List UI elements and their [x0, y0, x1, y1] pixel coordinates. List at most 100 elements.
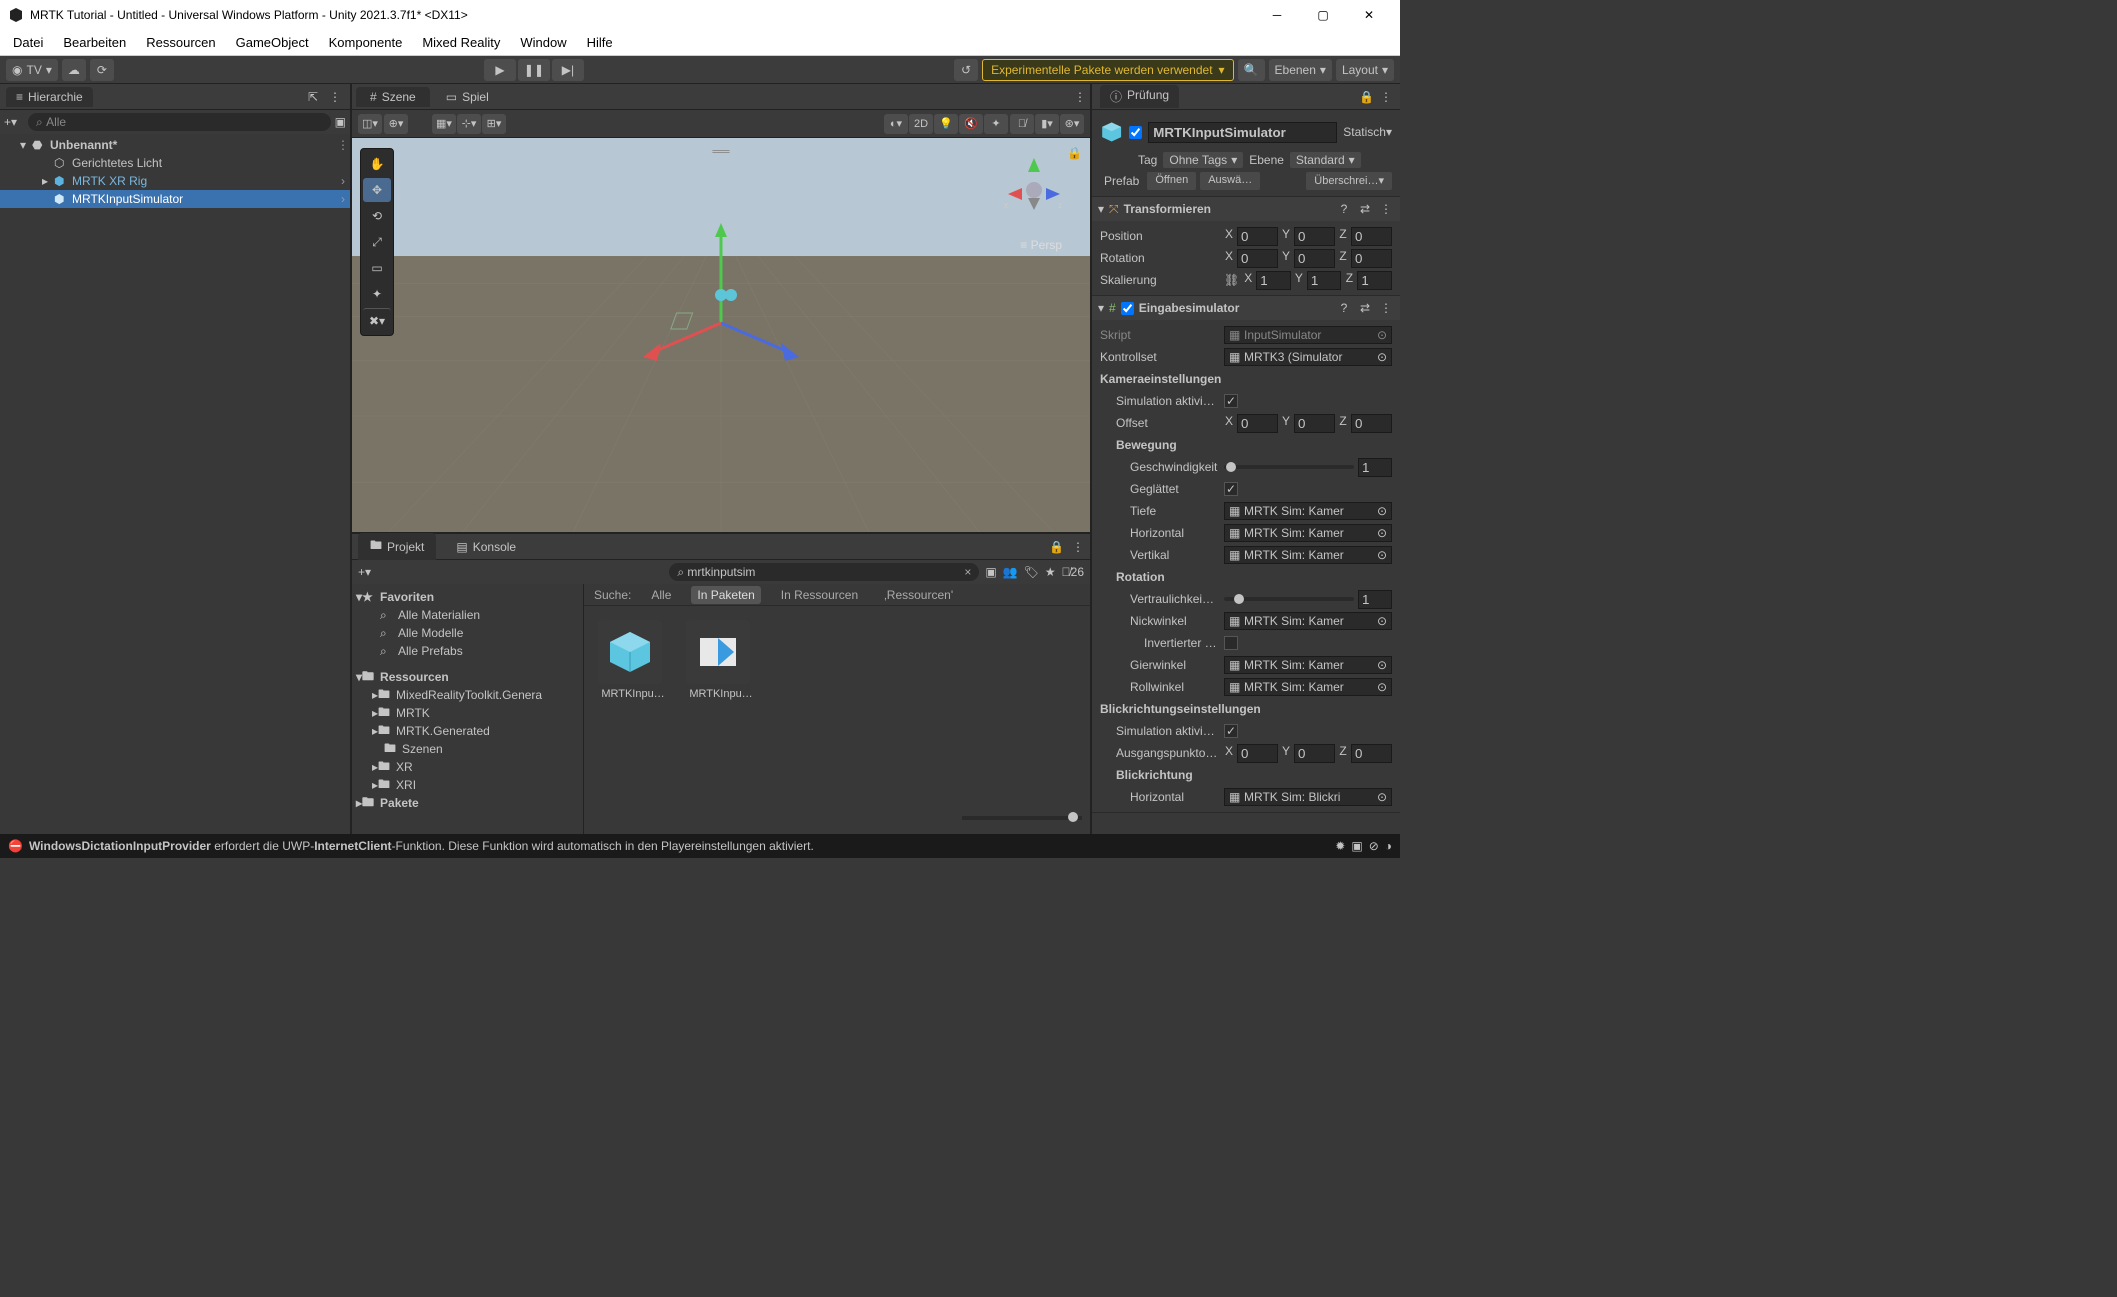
horizontal-field[interactable]: ▦MRTK Sim: Kamer⊙ — [1224, 524, 1392, 542]
lock-icon[interactable]: 🔒 — [1359, 90, 1374, 104]
asset-item[interactable]: MRTKInpu… — [598, 620, 668, 700]
cloud-button[interactable]: ☁ — [62, 59, 86, 81]
hierarchy-search[interactable]: ⌕ Alle — [28, 113, 331, 131]
component-header[interactable]: ▾ ⤧ Transformieren ? ⇄ ⋮ — [1092, 197, 1400, 221]
increment-button[interactable]: ⊞▾ — [482, 114, 506, 134]
prefab-cube-icon[interactable] — [1100, 116, 1123, 148]
maximize-button[interactable]: ▢ — [1300, 0, 1346, 30]
status-icon[interactable]: ◑ — [1385, 839, 1392, 853]
camera-dropdown[interactable]: ▮▾ — [1035, 114, 1059, 134]
pos-y-input[interactable] — [1294, 227, 1335, 246]
roll-field[interactable]: ▦MRTK Sim: Kamer⊙ — [1224, 678, 1392, 696]
account-button[interactable]: ◉ TV ▾ — [6, 59, 58, 81]
prefab-open-button[interactable]: Öffnen — [1147, 172, 1196, 190]
inspector-tab[interactable]: ⓘPrüfung — [1100, 85, 1179, 108]
project-tab[interactable]: 🖿Projekt — [358, 533, 436, 560]
asset-item[interactable]: MRTKInpu… — [686, 620, 756, 700]
audio-toggle[interactable]: 🔇 — [959, 114, 983, 134]
console-tab[interactable]: ▤Konsole — [444, 537, 528, 557]
rot-z-input[interactable] — [1351, 249, 1392, 268]
simulation-checkbox[interactable]: ✓ — [1224, 394, 1238, 408]
status-icon[interactable]: ⊘ — [1369, 839, 1379, 853]
move-gizmo[interactable] — [621, 213, 821, 393]
scale-z-input[interactable] — [1357, 271, 1392, 290]
lock-icon[interactable]: 🔒 — [1067, 146, 1082, 160]
pos-z-input[interactable] — [1351, 227, 1392, 246]
menu-icon[interactable]: ⋮ — [1072, 540, 1084, 554]
shading-dropdown[interactable]: ◫▾ — [358, 114, 382, 134]
filter-assets[interactable]: In Ressourcen — [775, 586, 864, 604]
favorites-header[interactable]: ▾★Favoriten — [352, 588, 583, 606]
origin-y-input[interactable] — [1294, 744, 1335, 763]
menu-icon[interactable]: ⋮ — [336, 138, 350, 152]
gameobject-name-input[interactable] — [1148, 122, 1337, 143]
menu-bearbeiten[interactable]: Bearbeiten — [54, 32, 135, 53]
status-icon[interactable]: ▣ — [1351, 839, 1362, 853]
menu-datei[interactable]: Datei — [4, 32, 52, 53]
menu-icon[interactable]: ⋮ — [326, 90, 344, 104]
look-sim-checkbox[interactable]: ✓ — [1224, 724, 1238, 738]
hand-tool[interactable]: ✋ — [363, 152, 391, 176]
rot-x-input[interactable] — [1237, 249, 1278, 268]
scene-row[interactable]: ▾ ⬣ Unbenannt* ⋮ — [0, 136, 350, 154]
scene-view[interactable]: ✋ ✥ ⟲ ⤢ ▭ ✦ ✖▾ x z 🔒 ≡ Persp — [352, 138, 1090, 532]
search-mode-icon[interactable]: ▣ — [335, 115, 346, 129]
step-button[interactable]: ▶| — [552, 59, 584, 81]
perspective-label[interactable]: ≡ Persp — [1020, 238, 1062, 252]
scale-y-input[interactable] — [1307, 271, 1342, 290]
layout-dropdown[interactable]: Layout▾ — [1336, 59, 1394, 81]
expand-icon[interactable]: ▾ — [1098, 202, 1104, 216]
active-checkbox[interactable] — [1129, 126, 1142, 139]
play-button[interactable]: ▶ — [484, 59, 516, 81]
error-icon[interactable]: ⛔ — [8, 839, 23, 853]
menu-ressourcen[interactable]: Ressourcen — [137, 32, 224, 53]
pause-button[interactable]: ❚❚ — [518, 59, 550, 81]
layers-dropdown[interactable]: Ebenen▾ — [1269, 59, 1332, 81]
origin-z-input[interactable] — [1351, 744, 1392, 763]
folder-item[interactable]: ▸🖿XRI — [352, 776, 583, 794]
project-folders[interactable]: ▾★Favoriten ⌕Alle Materialien ⌕Alle Mode… — [352, 584, 584, 834]
status-message[interactable]: WindowsDictationInputProvider erfordert … — [29, 839, 814, 853]
filter-type-icon[interactable]: 👥 — [1003, 565, 1018, 579]
search-button[interactable]: 🔍 — [1238, 59, 1265, 81]
menu-gameobject[interactable]: GameObject — [227, 32, 318, 53]
close-button[interactable]: ✕ — [1346, 0, 1392, 30]
orientation-gizmo[interactable]: x z — [998, 154, 1070, 226]
link-icon[interactable]: ⛓ — [1224, 273, 1239, 287]
rect-tool[interactable]: ▭ — [363, 256, 391, 280]
snap-button[interactable]: ⊹▾ — [457, 114, 481, 134]
drag-handle-icon[interactable]: ══ — [712, 144, 729, 158]
scale-tool[interactable]: ⤢ — [363, 230, 391, 254]
vertical-field[interactable]: ▦MRTK Sim: Kamer⊙ — [1224, 546, 1392, 564]
2d-toggle[interactable]: 2D — [909, 114, 933, 134]
scale-x-input[interactable] — [1256, 271, 1291, 290]
thumbnail-size-slider[interactable] — [1068, 812, 1078, 822]
pitch-field[interactable]: ▦MRTK Sim: Kamer⊙ — [1224, 612, 1392, 630]
look-horizontal-field[interactable]: ▦MRTK Sim: Blickri⊙ — [1224, 788, 1392, 806]
packages-header[interactable]: ▸🖿Pakete — [352, 794, 583, 812]
component-header[interactable]: ▾ # Eingabesimulator ? ⇄ ⋮ — [1092, 296, 1400, 320]
game-tab[interactable]: ▭Spiel — [432, 87, 503, 107]
controlset-field[interactable]: ▦MRTK3 (Simulator⊙ — [1224, 348, 1392, 366]
prefab-overrides-button[interactable]: Überschrei…▾ — [1306, 172, 1392, 190]
menu-icon[interactable]: ⋮ — [1378, 301, 1394, 315]
transform-tool[interactable]: ✦ — [363, 282, 391, 306]
folder-item[interactable]: ⌕Alle Materialien — [352, 606, 583, 624]
prefab-select-button[interactable]: Auswä… — [1200, 172, 1260, 190]
depth-field[interactable]: ▦MRTK Sim: Kamer⊙ — [1224, 502, 1392, 520]
static-dropdown[interactable]: Statisch▾ — [1343, 125, 1392, 139]
light-toggle[interactable]: 💡 — [934, 114, 958, 134]
hierarchy-tree[interactable]: ▾ ⬣ Unbenannt* ⋮ ⬡ Gerichtetes Licht ▸ ⬢… — [0, 134, 350, 834]
lighting-dropdown[interactable]: ◐▾ — [884, 114, 908, 134]
folder-item[interactable]: ▸🖿XR — [352, 758, 583, 776]
hierarchy-item-selected[interactable]: ⬢ MRTKInputSimulator › — [0, 190, 350, 208]
object-picker-icon[interactable]: ⊙ — [1377, 350, 1387, 364]
hierarchy-item[interactable]: ▸ ⬢ MRTK XR Rig › — [0, 172, 350, 190]
speed-input[interactable] — [1358, 458, 1392, 477]
menu-komponente[interactable]: Komponente — [320, 32, 412, 53]
tag-dropdown[interactable]: Ohne Tags▾ — [1163, 152, 1243, 168]
pos-x-input[interactable] — [1237, 227, 1278, 246]
draw-mode-dropdown[interactable]: ⊕▾ — [384, 114, 408, 134]
fx-toggle[interactable]: ✦ — [984, 114, 1008, 134]
filter-all[interactable]: Alle — [645, 586, 677, 604]
